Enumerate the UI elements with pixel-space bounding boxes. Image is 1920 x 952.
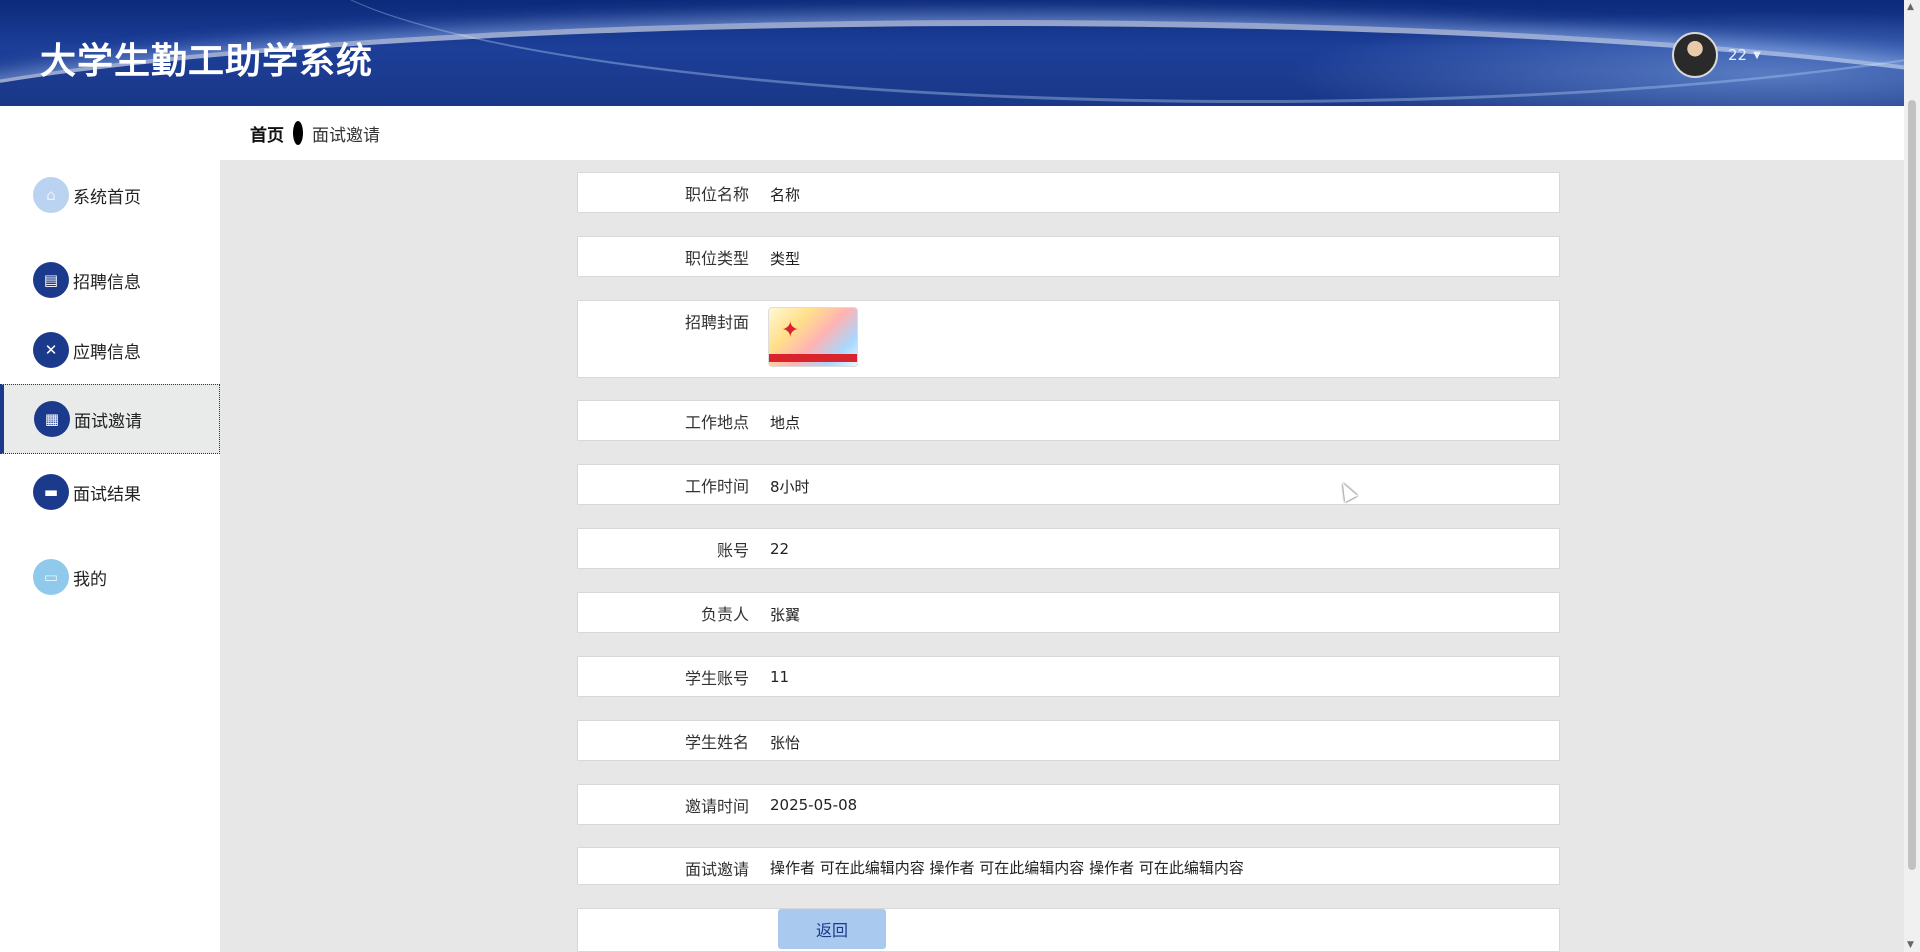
- card-icon: ▭: [33, 559, 69, 595]
- field-value: 2025-05-08: [770, 796, 858, 814]
- field-label: 面试邀请: [684, 860, 749, 879]
- user-menu[interactable]: 22 ▼: [1672, 32, 1761, 78]
- field-value: 类型: [770, 250, 801, 268]
- sidebar-item-label: 我的: [73, 569, 107, 590]
- home-icon: ⌂: [33, 177, 69, 213]
- field-row: 面试邀请 操作者 可在此编辑内容 操作者 可在此编辑内容 操作者 可在此编辑内容: [577, 847, 1560, 885]
- sidebar-item-home[interactable]: ⌂ 系统首页: [0, 160, 220, 230]
- briefcase-icon: ▬: [33, 474, 69, 510]
- breadcrumb-current: 面试邀请: [312, 125, 380, 146]
- field-value: 地点: [770, 414, 801, 432]
- field-label: 学生姓名: [684, 733, 749, 752]
- field-label: 职位类型: [684, 249, 749, 268]
- field-row: 工作地点 地点: [577, 400, 1560, 441]
- field-row: 学生姓名 张怡: [577, 720, 1560, 761]
- sidebar-item-label: 招聘信息: [73, 272, 141, 293]
- field-row: 学生账号 11: [577, 656, 1560, 697]
- field-row: 负责人 张翼: [577, 592, 1560, 633]
- app-title: 大学生勤工助学系统: [40, 41, 374, 82]
- field-row: 邀请时间 2025-05-08: [577, 784, 1560, 825]
- scroll-up-icon[interactable]: ▲: [1907, 2, 1914, 12]
- user-name[interactable]: 22: [1728, 46, 1747, 64]
- breadcrumb-separator-icon: [293, 121, 303, 145]
- field-label: 招聘封面: [684, 313, 749, 332]
- back-button[interactable]: 返回: [778, 909, 886, 949]
- cover-banner: [769, 354, 857, 362]
- sidebar-item-label: 面试邀请: [74, 411, 142, 432]
- app-header: 大学生勤工助学系统 22 ▼: [0, 0, 1904, 106]
- field-value: 22: [770, 540, 790, 558]
- field-value: 11: [770, 668, 790, 686]
- field-row: 工作时间 8小时: [577, 464, 1560, 505]
- breadcrumb-home[interactable]: 首页: [250, 121, 284, 146]
- cover-artwork: ✦: [781, 318, 800, 343]
- sidebar-item-applications[interactable]: ✕ 应聘信息: [0, 315, 220, 385]
- main-content: 职位名称 名称 职位类型 类型 招聘封面 ✦ 工作地点 地点 工作时间 8小时 …: [220, 160, 1904, 952]
- sidebar-item-interview-invite[interactable]: ▦ 面试邀请: [0, 384, 220, 454]
- scrollbar[interactable]: ▲ ▼: [1904, 0, 1920, 952]
- sidebar-item-label: 应聘信息: [73, 342, 141, 363]
- breadcrumb: 首页 面试邀请: [220, 106, 1904, 160]
- field-label: 账号: [716, 541, 749, 560]
- sidebar: ⌂ 系统首页 ▤ 招聘信息 ✕ 应聘信息 ▦ 面试邀请 ▬ 面试结果 ▭ 我的: [0, 106, 220, 952]
- field-row: 职位名称 名称: [577, 172, 1560, 213]
- field-value: 张怡: [770, 734, 801, 752]
- scroll-thumb[interactable]: [1908, 100, 1916, 870]
- sidebar-item-label: 面试结果: [73, 484, 141, 505]
- field-row: 职位类型 类型: [577, 236, 1560, 277]
- scroll-down-icon[interactable]: ▼: [1907, 940, 1914, 950]
- field-value: 8小时: [770, 478, 810, 496]
- avatar[interactable]: [1672, 32, 1718, 78]
- sidebar-item-recruitment[interactable]: ▤ 招聘信息: [0, 245, 220, 315]
- field-value: 名称: [770, 186, 801, 204]
- cover-image: ✦: [768, 307, 858, 367]
- field-label: 职位名称: [684, 185, 749, 204]
- clipboard-x-icon: ✕: [33, 332, 69, 368]
- header-glow: [1204, 0, 1904, 106]
- actions-row: 返回: [577, 908, 1560, 952]
- field-row: 招聘封面 ✦: [577, 300, 1560, 378]
- field-row: 账号 22: [577, 528, 1560, 569]
- grid-icon: ▦: [34, 401, 70, 437]
- field-label: 工作地点: [684, 413, 749, 432]
- field-label: 负责人: [700, 605, 749, 624]
- field-label: 学生账号: [684, 669, 749, 688]
- sidebar-item-mine[interactable]: ▭ 我的: [0, 542, 220, 612]
- sidebar-item-interview-result[interactable]: ▬ 面试结果: [0, 457, 220, 527]
- sidebar-item-label: 系统首页: [73, 187, 141, 208]
- caret-down-icon[interactable]: ▼: [1753, 50, 1761, 61]
- clipboard-icon: ▤: [33, 262, 69, 298]
- field-value: 张翼: [770, 606, 801, 624]
- field-label: 邀请时间: [684, 797, 749, 816]
- field-label: 工作时间: [684, 477, 749, 496]
- field-value: 操作者 可在此编辑内容 操作者 可在此编辑内容 操作者 可在此编辑内容: [770, 859, 1244, 877]
